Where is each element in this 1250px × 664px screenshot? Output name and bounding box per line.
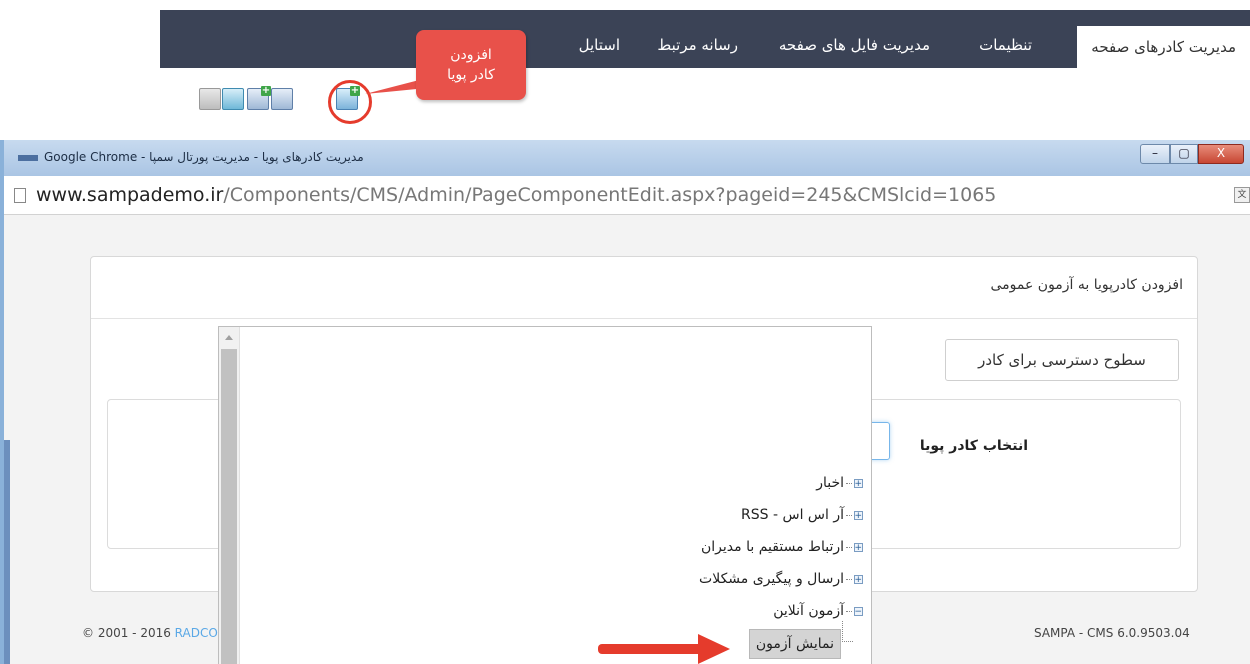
tree-connector — [842, 621, 853, 642]
expand-icon[interactable]: + — [854, 510, 863, 520]
tab-style[interactable]: استایل — [579, 36, 620, 54]
window-titlebar: مدیریت کادرهای پویا - مدیریت پورتال سمپا… — [4, 140, 1250, 176]
tree-item-label: ارسال و پیگیری مشکلات — [699, 571, 844, 587]
version-text: SAMPA - CMS 6.0.9503.04 — [1034, 626, 1190, 640]
callout-line-1: افزودن — [450, 47, 492, 63]
tree-item-news[interactable]: + اخبار — [816, 475, 863, 491]
translate-icon[interactable]: 文 — [1234, 187, 1250, 203]
tree-item-label: آر اس اس - RSS — [741, 507, 844, 523]
add-component-icon[interactable]: + — [247, 86, 271, 110]
panel-heading: افزودن کادرپویا به آزمون عمومی — [91, 257, 1197, 319]
tab-page-files[interactable]: مدیریت فایل های صفحه — [779, 36, 930, 54]
select-component-label: انتخاب کادر پویا — [919, 438, 1028, 454]
window-edge — [4, 440, 10, 664]
panel-title: افزودن کادرپویا به آزمون عمومی — [990, 277, 1183, 293]
tree-item-online-exam[interactable]: − آزمون آنلاین — [773, 603, 863, 619]
window-title: مدیریت کادرهای پویا - مدیریت پورتال سمپا… — [44, 150, 364, 164]
maximize-button[interactable]: ▢ — [1170, 144, 1198, 164]
close-button[interactable]: X — [1198, 144, 1244, 164]
expand-icon[interactable]: + — [854, 574, 863, 584]
address-bar[interactable]: www.sampademo.ir/Components/CMS/Admin/Pa… — [4, 176, 1250, 215]
paste-icon[interactable] — [199, 88, 221, 110]
tree-item-rss[interactable]: + آر اس اس - RSS — [741, 507, 863, 523]
url-path: /Components/CMS/Admin/PageComponentEdit.… — [223, 184, 997, 206]
collapse-icon[interactable]: − — [854, 606, 863, 616]
screenshot-root: مدیریت کادرهای صفحه تنظیمات مدیریت فایل … — [0, 0, 1250, 664]
expand-icon[interactable]: + — [854, 542, 863, 552]
tab-page-components[interactable]: مدیریت کادرهای صفحه — [1077, 26, 1250, 78]
page-icon — [14, 188, 26, 203]
callout-add-dynamic: افزودن کادر پویا — [416, 30, 526, 100]
copyright-prefix: © 2001 - 2016 — [82, 626, 175, 640]
copyright-brand[interactable]: RADCO — [175, 626, 218, 640]
access-levels-button[interactable]: سطوح دسترسی برای کادر — [945, 339, 1179, 381]
dropdown-scrollbar[interactable] — [219, 327, 240, 664]
tab-settings[interactable]: تنظیمات — [979, 36, 1032, 54]
url-text[interactable]: www.sampademo.ir/Components/CMS/Admin/Pa… — [36, 184, 996, 206]
app-icon — [18, 155, 38, 161]
tree-item-issue-tracking[interactable]: + ارسال و پیگیری مشکلات — [699, 571, 863, 587]
tab-related-media[interactable]: رسانه مرتبط — [657, 36, 738, 54]
tree-item-label: آزمون آنلاین — [773, 603, 844, 619]
expand-icon[interactable]: + — [854, 478, 863, 488]
red-arrow-icon — [598, 634, 730, 664]
url-host: www.sampademo.ir — [36, 184, 224, 206]
callout-line-2: کادر پویا — [447, 67, 495, 83]
tree-item-label: اخبار — [816, 475, 844, 491]
scrollbar-thumb[interactable] — [221, 349, 237, 664]
tree-item-direct-contact[interactable]: + ارتباط مستقیم با مدیران — [701, 539, 863, 555]
tree-item-show-exam[interactable]: نمایش آزمون — [748, 629, 841, 659]
scroll-up-icon[interactable] — [225, 335, 233, 340]
preview-icon[interactable] — [271, 88, 293, 110]
refresh-icon[interactable] — [222, 88, 244, 110]
copyright-text: © 2001 - 2016 RADCO — [82, 626, 218, 640]
tree-item-label: ارتباط مستقیم با مدیران — [701, 539, 844, 555]
admin-tab-bar: مدیریت کادرهای صفحه تنظیمات مدیریت فایل … — [160, 10, 1250, 78]
minimize-button[interactable]: – — [1140, 144, 1170, 164]
component-tree-dropdown[interactable]: + اخبار + آر اس اس - RSS + ارتباط مستقیم با… — [218, 326, 872, 664]
